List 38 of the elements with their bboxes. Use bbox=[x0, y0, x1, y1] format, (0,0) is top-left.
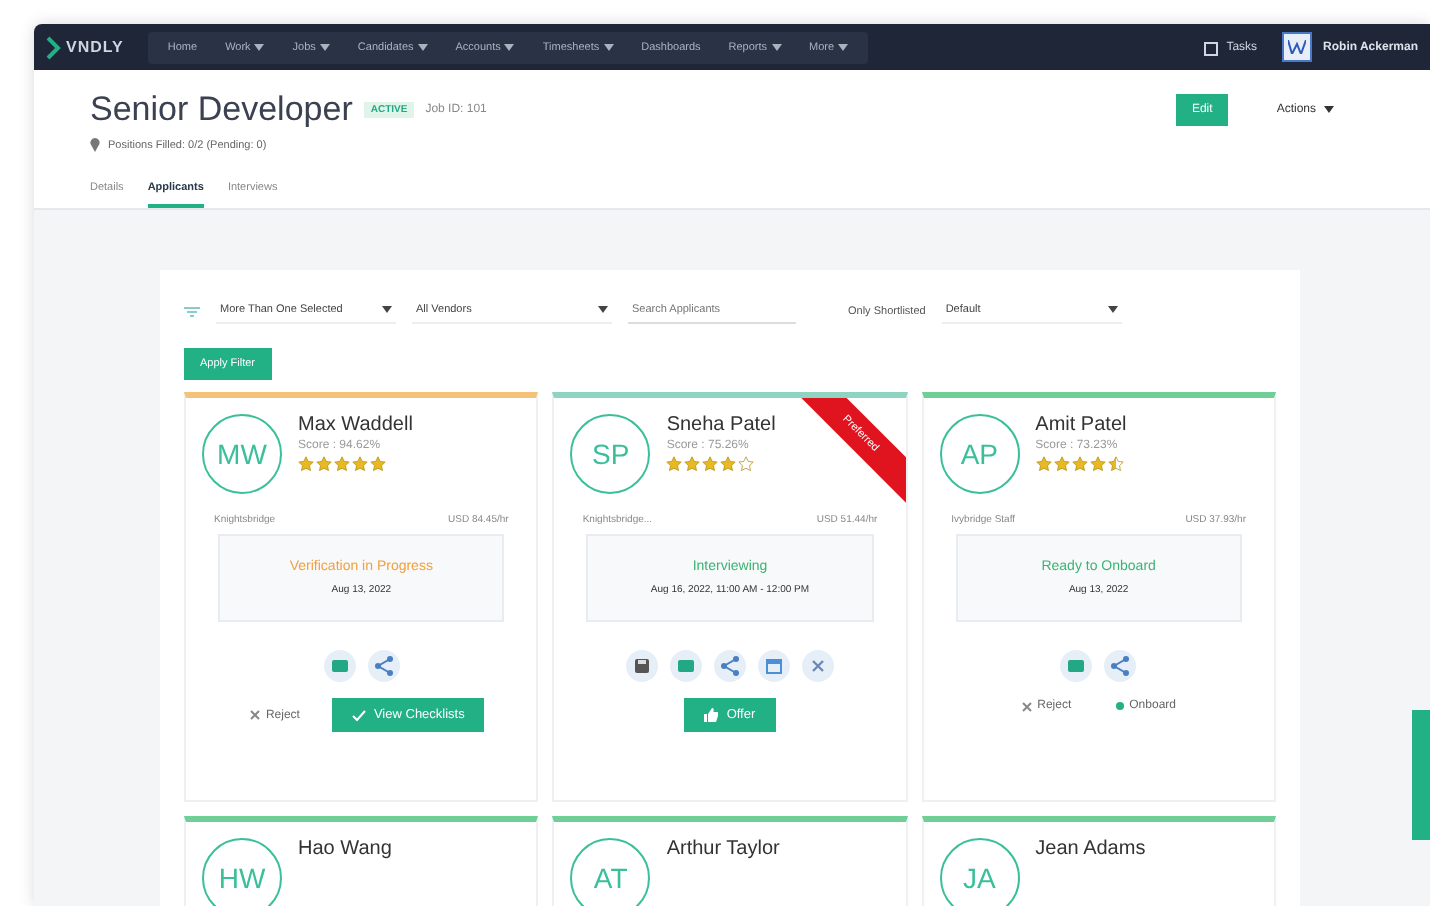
initials-avatar: AT bbox=[570, 838, 651, 906]
icon-button[interactable] bbox=[713, 650, 746, 682]
icon-button[interactable] bbox=[801, 650, 834, 682]
filter-icon[interactable] bbox=[184, 305, 200, 317]
share-icon bbox=[1111, 656, 1130, 676]
initials-avatar: MW bbox=[202, 414, 282, 494]
company-logo-icon bbox=[1281, 32, 1312, 62]
initials-avatar: AP bbox=[939, 414, 1020, 494]
share-icon bbox=[374, 656, 393, 676]
page-title: Senior Developer bbox=[90, 90, 353, 130]
applicant-name: Hao Wang bbox=[298, 838, 392, 860]
initials-avatar: JA bbox=[939, 838, 1020, 906]
applicant-name: Amit Patel bbox=[1035, 414, 1127, 436]
applicant-name: Jean Adams bbox=[1035, 838, 1146, 860]
thumbs-up-icon bbox=[704, 708, 719, 722]
tasks-icon bbox=[1204, 39, 1221, 55]
caret-icon bbox=[382, 306, 392, 314]
caret-icon bbox=[598, 306, 608, 314]
applicant-name: Sneha Patel bbox=[666, 414, 776, 436]
calendar-icon bbox=[765, 659, 782, 674]
applicant-name: Max Waddell bbox=[298, 414, 413, 436]
initials-avatar: HW bbox=[202, 838, 282, 906]
location-pin-icon bbox=[90, 138, 100, 152]
share-icon bbox=[720, 656, 739, 676]
applicant-name: Arthur Taylor bbox=[666, 838, 780, 860]
caret-icon bbox=[1324, 106, 1334, 114]
close-icon bbox=[811, 659, 825, 673]
icon-button[interactable] bbox=[625, 650, 658, 682]
initials-avatar: SP bbox=[570, 414, 651, 494]
icon-button[interactable] bbox=[757, 650, 790, 682]
icon-button[interactable] bbox=[367, 650, 400, 682]
logo[interactable]: VNDLY bbox=[46, 35, 124, 59]
checkmark-icon bbox=[351, 709, 366, 721]
close-icon bbox=[1021, 701, 1032, 711]
icon-button[interactable] bbox=[1104, 650, 1137, 682]
caret-icon bbox=[1107, 306, 1118, 314]
dot-icon bbox=[1115, 702, 1124, 710]
close-icon bbox=[249, 710, 260, 720]
